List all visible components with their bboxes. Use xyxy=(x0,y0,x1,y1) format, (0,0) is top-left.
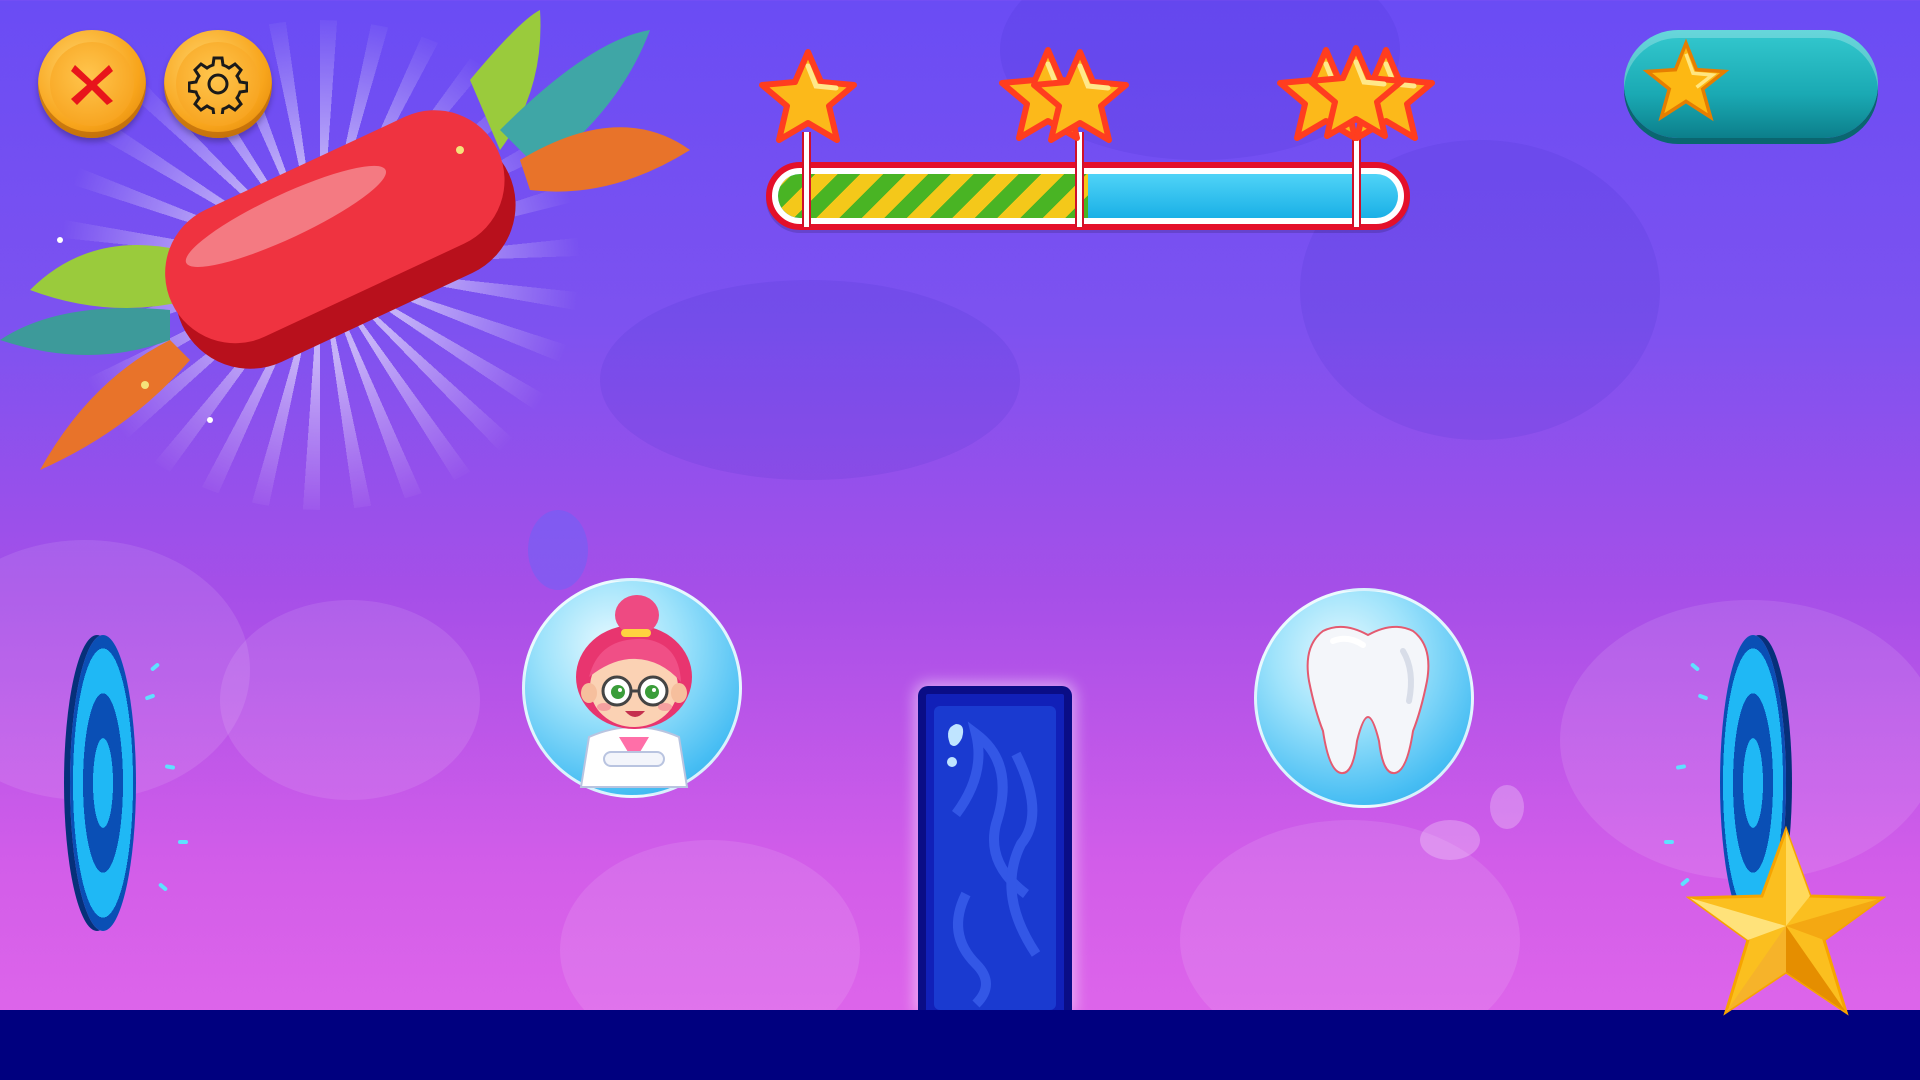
leaf xyxy=(0,308,170,355)
level-progress-bar xyxy=(766,162,1410,230)
leaf xyxy=(40,340,190,470)
gold-star-collectible[interactable] xyxy=(1686,826,1886,1016)
tooth-bubble[interactable] xyxy=(1254,588,1474,808)
bg-cloud xyxy=(220,600,480,800)
score-counter xyxy=(1624,30,1878,138)
close-button[interactable] xyxy=(38,30,146,138)
gear-icon xyxy=(188,56,248,114)
progress-fill xyxy=(778,174,1088,218)
milestone-stars xyxy=(740,40,1460,160)
sparkle xyxy=(57,237,63,243)
portal-left xyxy=(70,635,136,931)
close-button-face xyxy=(50,42,134,126)
milestone-1-star xyxy=(762,52,854,140)
sparkle xyxy=(207,417,213,423)
portal-spark xyxy=(157,882,169,892)
settings-button[interactable] xyxy=(164,30,272,138)
pillar-pattern xyxy=(934,706,1056,1010)
sparkle xyxy=(456,146,464,154)
tooth-icon xyxy=(1306,625,1430,775)
ground-floor xyxy=(0,1010,1920,1080)
portal-spark xyxy=(178,840,188,844)
star-icon xyxy=(1642,38,1730,122)
bg-bubble xyxy=(528,510,588,590)
bg-bubble xyxy=(1490,785,1524,829)
blue-pillar-obstacle xyxy=(918,686,1072,1010)
close-x-icon xyxy=(71,65,113,105)
sparkle xyxy=(141,381,149,389)
settings-button-face xyxy=(176,42,260,126)
bg-bubble xyxy=(1420,820,1480,860)
portal-spark xyxy=(1664,840,1674,844)
progress-track xyxy=(778,174,1398,218)
character-bubble[interactable] xyxy=(522,578,742,798)
doctor-girl-character xyxy=(576,595,692,788)
